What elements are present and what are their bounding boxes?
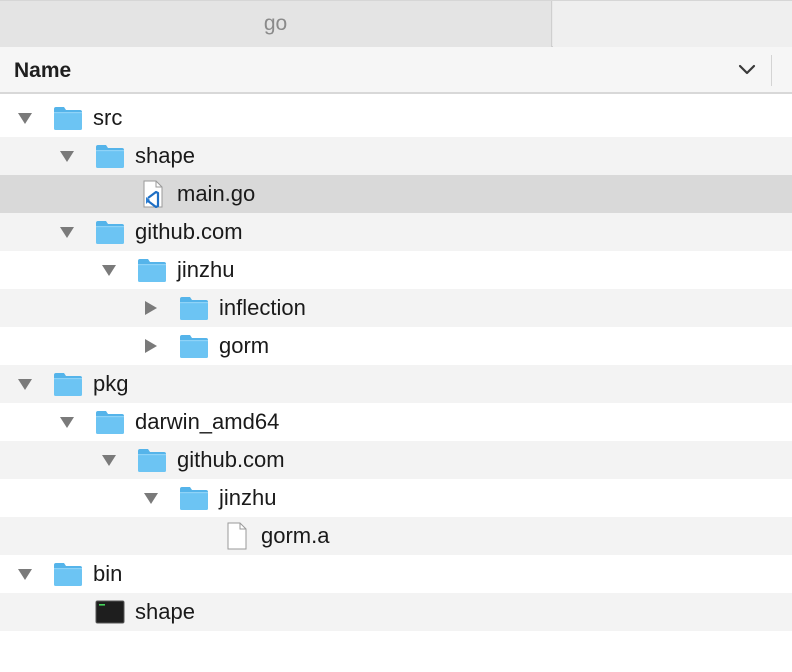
file-browser-window: go Name src shape main.go github.com jinzhu i… bbox=[0, 0, 792, 672]
go-file-icon bbox=[143, 180, 163, 208]
tree-item-label: main.go bbox=[177, 181, 256, 206]
tree-row[interactable]: inflection bbox=[0, 289, 792, 327]
disclosure-expanded-icon[interactable] bbox=[101, 453, 117, 467]
tree-row[interactable]: main.go bbox=[0, 175, 792, 213]
tree-row[interactable]: jinzhu bbox=[0, 479, 792, 517]
tree-row[interactable]: src bbox=[0, 99, 792, 137]
folder-icon bbox=[138, 259, 166, 282]
tree-row[interactable]: darwin_amd64 bbox=[0, 403, 792, 441]
tree-item-label: shape bbox=[135, 143, 195, 168]
folder-icon bbox=[54, 107, 82, 130]
chevron-down-icon[interactable] bbox=[738, 64, 756, 76]
tree-item-label: jinzhu bbox=[177, 257, 235, 282]
disclosure-expanded-icon[interactable] bbox=[17, 377, 33, 391]
tree-item-label: gorm bbox=[219, 333, 270, 358]
folder-icon bbox=[96, 411, 124, 434]
tree-item-label: gorm.a bbox=[261, 523, 330, 548]
tree-item-label: github.com bbox=[177, 447, 285, 472]
tree-item-label: pkg bbox=[93, 371, 129, 396]
tree-row[interactable]: github.com bbox=[0, 441, 792, 479]
tab-bar: go bbox=[0, 0, 792, 47]
tree-row[interactable]: shape bbox=[0, 593, 792, 631]
disclosure-collapsed-icon[interactable] bbox=[143, 339, 159, 353]
tree-item-label: inflection bbox=[219, 295, 306, 320]
disclosure-expanded-icon[interactable] bbox=[59, 415, 75, 429]
tab-empty[interactable] bbox=[553, 1, 792, 47]
disclosure-collapsed-icon[interactable] bbox=[143, 301, 159, 315]
folder-icon bbox=[96, 145, 124, 168]
tree-item-label: jinzhu bbox=[219, 485, 277, 510]
folder-icon bbox=[180, 487, 208, 510]
empty-row bbox=[0, 631, 792, 669]
folder-icon bbox=[138, 449, 166, 472]
terminal-executable-icon bbox=[95, 600, 125, 624]
folder-icon bbox=[54, 563, 82, 586]
disclosure-expanded-icon[interactable] bbox=[59, 225, 75, 239]
tree-row[interactable]: gorm bbox=[0, 327, 792, 365]
tab-go[interactable]: go bbox=[0, 1, 552, 47]
disclosure-expanded-icon[interactable] bbox=[59, 149, 75, 163]
tree-item-label: github.com bbox=[135, 219, 243, 244]
folder-icon bbox=[180, 335, 208, 358]
folder-icon bbox=[96, 221, 124, 244]
tree-row[interactable]: gorm.a bbox=[0, 517, 792, 555]
tree-row[interactable]: pkg bbox=[0, 365, 792, 403]
folder-icon bbox=[54, 373, 82, 396]
tree-item-label: shape bbox=[135, 599, 195, 624]
tree-row[interactable]: jinzhu bbox=[0, 251, 792, 289]
disclosure-expanded-icon[interactable] bbox=[17, 567, 33, 581]
folder-icon bbox=[180, 297, 208, 320]
tree-item-label: bin bbox=[93, 561, 123, 586]
tree-row[interactable]: bin bbox=[0, 555, 792, 593]
tree-row[interactable]: shape bbox=[0, 137, 792, 175]
tree-row[interactable]: github.com bbox=[0, 213, 792, 251]
tree-item-label: src bbox=[93, 105, 123, 130]
tree-item-label: darwin_amd64 bbox=[135, 409, 280, 434]
file-tree: src shape main.go github.com jinzhu inflectio… bbox=[0, 99, 792, 669]
disclosure-expanded-icon[interactable] bbox=[143, 491, 159, 505]
column-header: Name bbox=[0, 47, 792, 94]
disclosure-expanded-icon[interactable] bbox=[101, 263, 117, 277]
column-divider[interactable] bbox=[771, 55, 772, 86]
document-icon bbox=[227, 522, 247, 550]
disclosure-expanded-icon[interactable] bbox=[17, 111, 33, 125]
name-column-header[interactable]: Name bbox=[14, 47, 71, 94]
